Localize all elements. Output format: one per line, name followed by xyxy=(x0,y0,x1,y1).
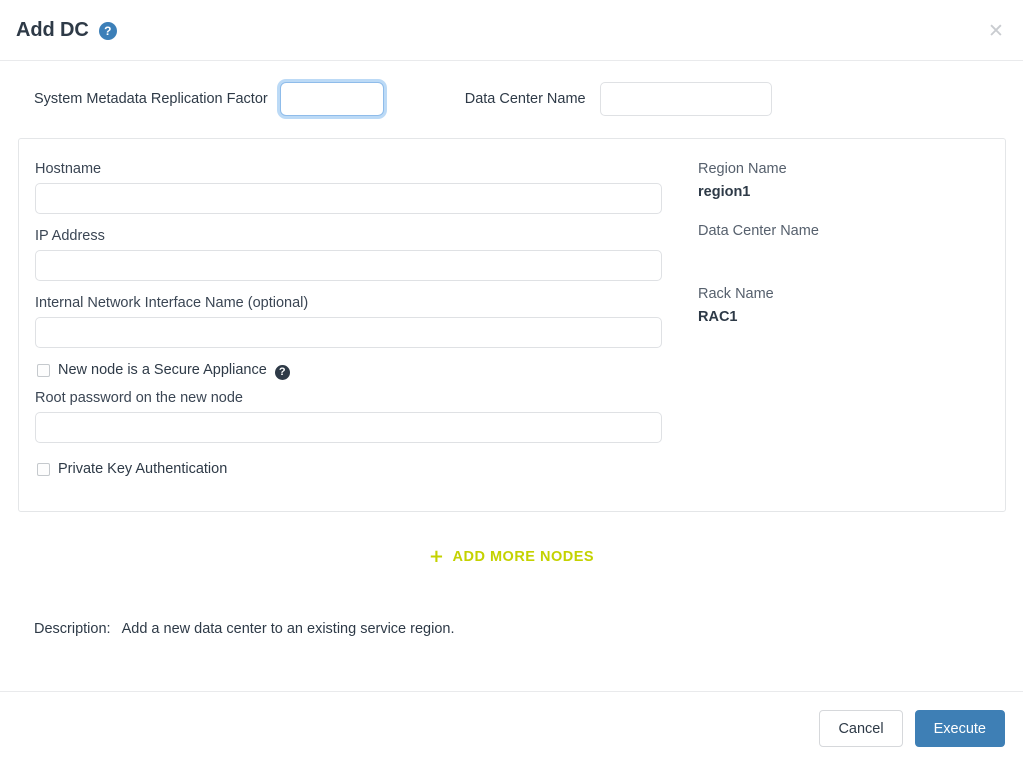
internal-nic-label: Internal Network Interface Name (optiona… xyxy=(35,295,309,311)
add-more-nodes-label: ADD MORE NODES xyxy=(452,549,595,565)
page-title: Add DC xyxy=(16,18,89,41)
private-key-auth-label[interactable]: Private Key Authentication xyxy=(58,461,227,477)
rack-name-label: Rack Name xyxy=(698,286,774,302)
description-label: Description: xyxy=(34,621,111,637)
node-panel-left-column: Hostname IP Address Internal Network Int… xyxy=(19,139,679,511)
node-details-panel: Hostname IP Address Internal Network Int… xyxy=(18,138,1006,512)
internal-nic-input[interactable] xyxy=(35,317,662,348)
ip-address-label: IP Address xyxy=(35,228,105,244)
dialog-header: Add DC ? ✕ xyxy=(0,0,1023,61)
ip-address-field: IP Address xyxy=(35,228,679,281)
root-password-field: Root password on the new node xyxy=(35,390,679,443)
description-text: Add a new data center to an existing ser… xyxy=(121,621,455,637)
region-name-group: Region Name region1 xyxy=(698,161,1005,202)
execute-button[interactable]: Execute xyxy=(914,710,1005,747)
question-circle-icon[interactable]: ? xyxy=(274,364,290,380)
replication-factor-label: System Metadata Replication Factor xyxy=(34,91,268,107)
add-more-nodes-wrap: + ADD MORE NODES xyxy=(0,548,1023,566)
secure-appliance-label[interactable]: New node is a Secure Appliance xyxy=(58,362,267,378)
root-password-label: Root password on the new node xyxy=(35,390,243,406)
private-key-auth-checkbox[interactable] xyxy=(37,462,50,476)
plus-icon: + xyxy=(428,546,445,567)
dialog-footer: Cancel Execute xyxy=(0,691,1023,765)
hostname-input[interactable] xyxy=(35,183,662,214)
top-fields-row: System Metadata Replication Factor Data … xyxy=(0,61,1023,137)
right-data-center-name-label: Data Center Name xyxy=(698,223,819,239)
rack-name-group: Rack Name RAC1 xyxy=(698,286,1005,327)
close-icon[interactable]: ✕ xyxy=(983,18,1009,44)
region-name-value: region1 xyxy=(698,184,751,200)
hostname-label: Hostname xyxy=(35,161,102,177)
data-center-name-field: Data Center Name xyxy=(465,82,772,116)
hostname-field: Hostname xyxy=(35,161,679,214)
node-panel-right-column: Region Name region1 Data Center Name Rac… xyxy=(679,139,1005,511)
add-more-nodes-button[interactable]: + ADD MORE NODES xyxy=(429,548,594,566)
replication-factor-field: System Metadata Replication Factor xyxy=(34,82,384,116)
ip-address-input[interactable] xyxy=(35,250,662,281)
data-center-name-input[interactable] xyxy=(599,82,772,116)
private-key-auth-row: Private Key Authentication xyxy=(35,461,679,477)
data-center-name-label: Data Center Name xyxy=(464,91,586,107)
rack-name-value: RAC1 xyxy=(698,309,738,325)
region-name-label: Region Name xyxy=(698,161,787,177)
replication-factor-input[interactable] xyxy=(279,82,384,116)
secure-appliance-checkbox[interactable] xyxy=(37,363,50,377)
question-circle-icon[interactable]: ? xyxy=(98,22,117,40)
secure-appliance-row: New node is a Secure Appliance ? xyxy=(35,362,679,380)
internal-nic-field: Internal Network Interface Name (optiona… xyxy=(35,295,679,348)
right-data-center-name-value xyxy=(698,246,1005,264)
description: Description: Add a new data center to an… xyxy=(34,621,455,637)
right-data-center-name-group: Data Center Name xyxy=(698,223,1005,264)
cancel-button[interactable]: Cancel xyxy=(819,710,903,747)
root-password-input[interactable] xyxy=(35,412,662,443)
